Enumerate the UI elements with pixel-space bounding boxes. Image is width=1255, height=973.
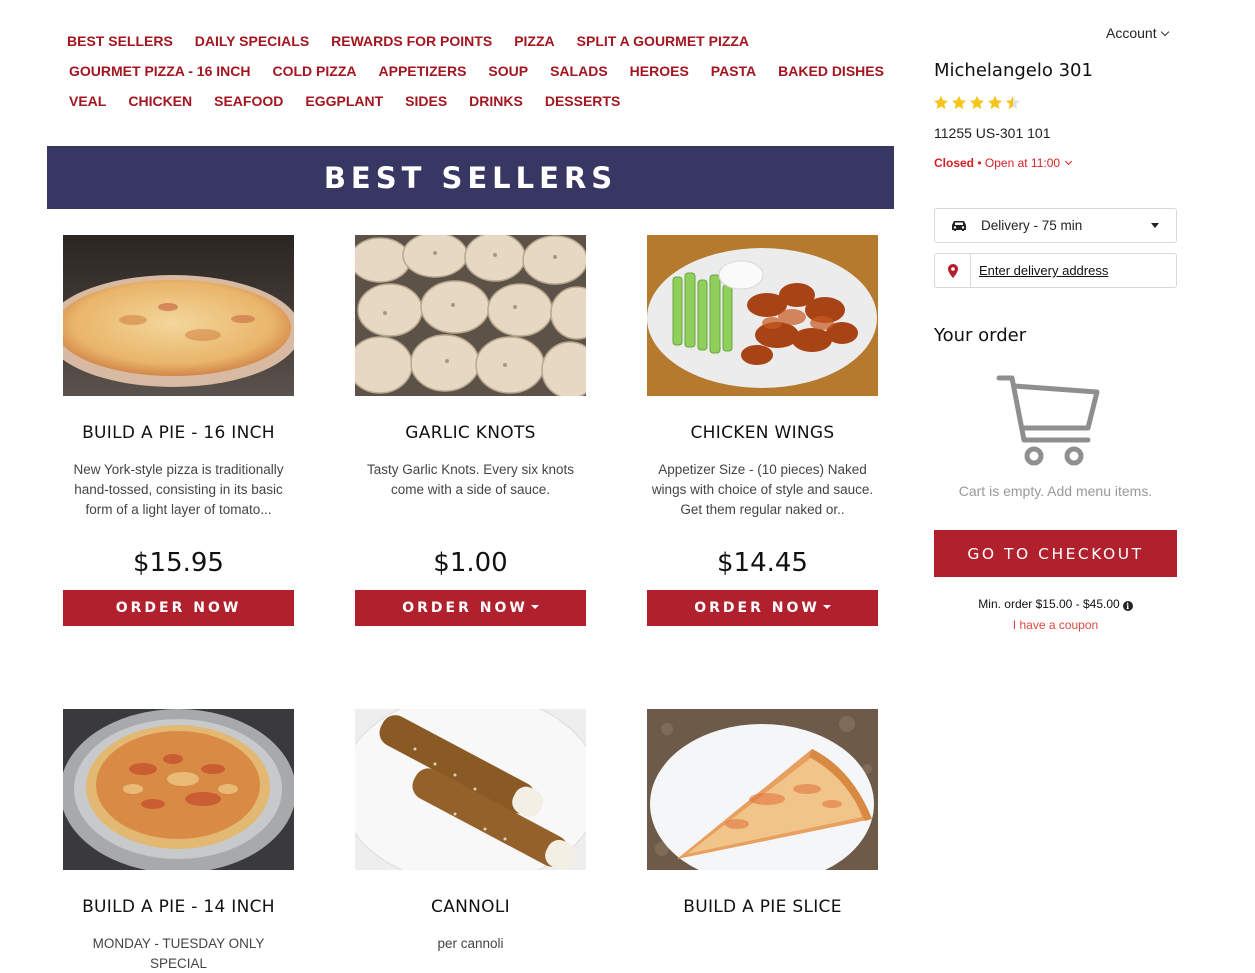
caret-down-icon: [530, 605, 539, 609]
product-image-cannoli[interactable]: [355, 709, 586, 870]
section-banner: BEST SELLERS: [47, 146, 894, 209]
product-name[interactable]: BUILD A PIE - 14 INCH: [63, 897, 294, 917]
product-name[interactable]: GARLIC KNOTS: [355, 423, 586, 443]
product-description: per cannoli: [437, 936, 504, 951]
coupon-link[interactable]: I have a coupon: [934, 618, 1177, 632]
delivery-address-field[interactable]: Enter delivery address: [934, 253, 1177, 288]
product-card[interactable]: GARLIC KNOTS Tasty Garlic Knots. Every s…: [355, 235, 586, 626]
product-description: Appetizer Size - (10 pieces) Naked wings…: [651, 462, 874, 517]
product-description: Tasty Garlic Knots. Every six knots come…: [366, 462, 575, 497]
map-pin-icon: [935, 254, 971, 287]
car-icon: [951, 220, 967, 232]
category-sides[interactable]: SIDES: [405, 93, 447, 109]
star-icon: [988, 95, 1002, 109]
go-to-checkout-button[interactable]: GO TO CHECKOUT: [934, 530, 1177, 577]
category-gourmet-pizza-16[interactable]: GOURMET PIZZA - 16 INCH: [69, 63, 251, 79]
category-split-a-gourmet-pizza[interactable]: SPLIT A GOURMET PIZZA: [577, 33, 749, 49]
your-order-title: Your order: [934, 325, 1027, 346]
checkout-label: GO TO CHECKOUT: [967, 544, 1144, 563]
status-closed: Closed: [934, 156, 975, 170]
order-now-label: ORDER NOW: [115, 600, 242, 616]
category-heroes[interactable]: HEROES: [630, 63, 689, 79]
store-name: Michelangelo 301: [934, 60, 1093, 81]
order-now-button[interactable]: ORDER NOW: [63, 590, 294, 626]
category-salads[interactable]: SALADS: [550, 63, 608, 79]
store-hours-status[interactable]: Closed • Open at 11:00: [934, 156, 1073, 170]
product-image-garlic-knots[interactable]: [355, 235, 586, 396]
store-address: 11255 US-301 101: [934, 125, 1051, 141]
category-best-sellers[interactable]: BEST SELLERS: [67, 33, 173, 49]
product-name[interactable]: BUILD A PIE - 16 INCH: [63, 423, 294, 443]
category-nav-row: BEST SELLERS DAILY SPECIALS REWARDS FOR …: [55, 26, 895, 56]
order-now-button[interactable]: ORDER NOW: [355, 590, 586, 626]
product-card[interactable]: BUILD A PIE - 16 INCH New York-style piz…: [63, 235, 294, 626]
enter-address-link[interactable]: Enter delivery address: [979, 263, 1108, 278]
product-card[interactable]: BUILD A PIE SLICE: [647, 709, 878, 917]
status-open-time: • Open at 11:00: [977, 156, 1061, 170]
chevron-down-icon: [1065, 157, 1073, 166]
shopping-cart-icon: [996, 375, 1100, 466]
product-card[interactable]: CANNOLI per cannoli: [355, 709, 586, 973]
star-icon: [934, 95, 948, 109]
rating-stars: [933, 95, 1023, 110]
category-nav-row: GOURMET PIZZA - 16 INCH COLD PIZZA APPET…: [55, 56, 895, 86]
category-nav: BEST SELLERS DAILY SPECIALS REWARDS FOR …: [55, 26, 895, 116]
star-icon: [952, 95, 966, 109]
category-drinks[interactable]: DRINKS: [469, 93, 523, 109]
star-icon: [970, 95, 984, 109]
product-card[interactable]: BUILD A PIE - 14 INCH MONDAY - TUESDAY O…: [63, 709, 294, 973]
category-pasta[interactable]: PASTA: [711, 63, 756, 79]
info-icon[interactable]: i: [1122, 601, 1133, 611]
category-eggplant[interactable]: EGGPLANT: [305, 93, 383, 109]
product-price: $15.95: [133, 548, 224, 578]
caret-down-icon: [822, 605, 831, 609]
category-appetizers[interactable]: APPETIZERS: [379, 63, 467, 79]
category-rewards-for-points[interactable]: REWARDS FOR POINTS: [331, 33, 492, 49]
order-now-label: ORDER NOW: [694, 600, 820, 616]
product-name[interactable]: CANNOLI: [355, 897, 586, 917]
section-title: BEST SELLERS: [323, 160, 618, 195]
category-chicken[interactable]: CHICKEN: [128, 93, 192, 109]
product-image-cheese-pizza[interactable]: [63, 235, 294, 396]
product-image-chicken-wings[interactable]: [647, 235, 878, 396]
product-image-pizza-slice[interactable]: [647, 709, 878, 870]
product-name[interactable]: CHICKEN WINGS: [647, 423, 878, 443]
product-price: $14.45: [717, 548, 808, 578]
category-desserts[interactable]: DESSERTS: [545, 93, 620, 109]
star-icon: [1006, 95, 1020, 109]
category-cold-pizza[interactable]: COLD PIZZA: [273, 63, 357, 79]
account-label: Account: [1106, 25, 1157, 41]
min-order-text: Min. order $15.00 - $45.00: [978, 597, 1120, 611]
account-menu[interactable]: Account: [1106, 25, 1169, 41]
product-name[interactable]: BUILD A PIE SLICE: [647, 897, 878, 917]
cart-empty-message: Cart is empty. Add menu items.: [958, 483, 1153, 499]
category-daily-specials[interactable]: DAILY SPECIALS: [195, 33, 309, 49]
product-description: MONDAY - TUESDAY ONLY SPECIAL: [92, 936, 265, 971]
category-baked-dishes[interactable]: BAKED DISHES: [778, 63, 884, 79]
min-order-info: Min. order $15.00 - $45.00 i: [934, 597, 1177, 611]
order-now-button[interactable]: ORDER NOW: [647, 590, 878, 626]
delivery-mode-label: Delivery - 75 min: [981, 218, 1083, 233]
category-nav-row: VEAL CHICKEN SEAFOOD EGGPLANT SIDES DRIN…: [55, 86, 895, 116]
order-now-label: ORDER NOW: [402, 600, 528, 616]
product-card[interactable]: CHICKEN WINGS Appetizer Size - (10 piece…: [647, 235, 878, 626]
product-description: New York-style pizza is traditionally ha…: [73, 462, 284, 517]
category-veal[interactable]: VEAL: [69, 93, 106, 109]
category-soup[interactable]: SOUP: [488, 63, 528, 79]
product-image-cheese-pizza[interactable]: [63, 709, 294, 870]
chevron-down-icon: [1160, 27, 1169, 37]
delivery-mode-select[interactable]: Delivery - 75 min: [934, 208, 1177, 243]
category-seafood[interactable]: SEAFOOD: [214, 93, 283, 109]
caret-down-icon: [1151, 223, 1159, 228]
category-pizza[interactable]: PIZZA: [514, 33, 554, 49]
product-price: $1.00: [433, 548, 508, 578]
